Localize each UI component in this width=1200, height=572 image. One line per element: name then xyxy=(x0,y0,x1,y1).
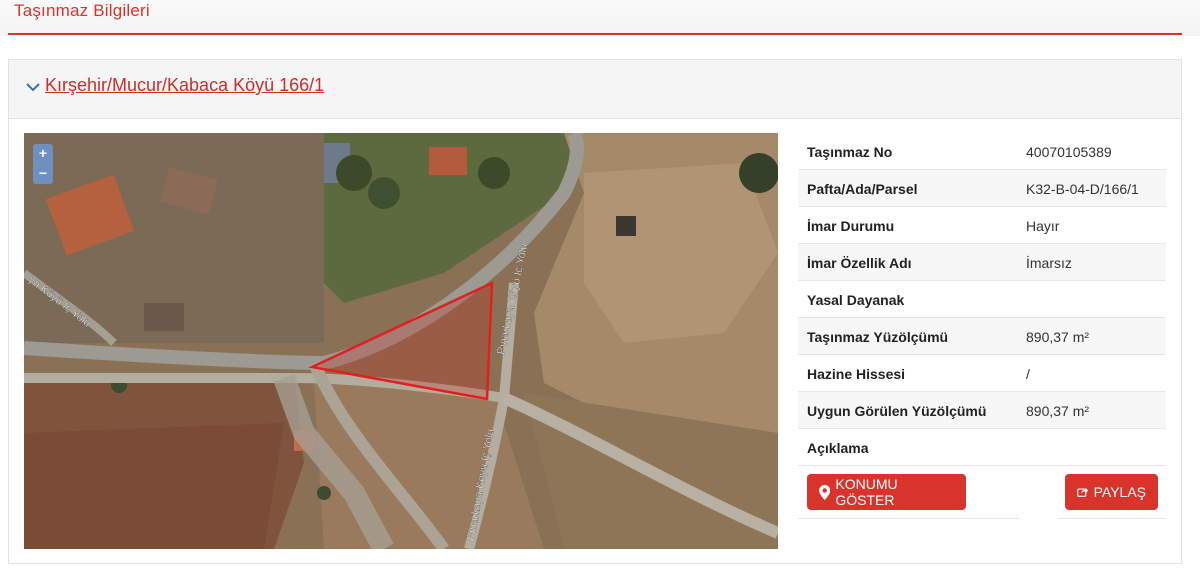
detail-label: Taşınmaz Yüzölçümü xyxy=(807,329,949,345)
detail-label: Açıklama xyxy=(807,440,869,456)
map-zoom-control: + − xyxy=(33,144,53,184)
detail-label: Yasal Dayanak xyxy=(807,292,905,308)
page-title: Taşınmaz Bilgileri xyxy=(14,1,150,20)
map-marker-icon xyxy=(819,484,831,500)
detail-label: İmar Durumu xyxy=(807,218,895,234)
detail-value: İmarsız xyxy=(1026,255,1072,271)
zoom-out-button[interactable]: − xyxy=(34,165,52,183)
detail-label: Pafta/Ada/Parsel xyxy=(807,181,918,197)
show-location-label: KONUMU GÖSTER xyxy=(835,476,898,508)
parcel-title-link[interactable]: Kırşehir/Mucur/Kabaca Köyü 166/1 xyxy=(45,75,324,96)
page-header: Taşınmaz Bilgileri xyxy=(0,0,1200,36)
detail-row-yasal-dayanak: Yasal Dayanak xyxy=(798,281,1166,318)
detail-value: / xyxy=(1026,366,1030,382)
detail-row-imar-durumu: İmar Durumu Hayır xyxy=(798,207,1166,244)
share-button[interactable]: PAYLAŞ xyxy=(1065,474,1158,510)
satellite-map[interactable]: Pınarkaya Köyü İç Yolu Pınarkaya Köyü İç… xyxy=(24,133,778,549)
detail-row-hazine-hissesi: Hazine Hissesi / xyxy=(798,355,1166,392)
detail-value: 40070105389 xyxy=(1026,144,1112,160)
detail-label: Hazine Hissesi xyxy=(807,366,906,382)
detail-row-tasinmaz-no: Taşınmaz No 40070105389 xyxy=(798,133,1166,170)
detail-value: K32-B-04-D/166/1 xyxy=(1026,181,1139,197)
divider xyxy=(798,518,1019,519)
divider xyxy=(1058,518,1166,519)
zoom-in-button[interactable]: + xyxy=(34,145,52,163)
share-icon xyxy=(1077,488,1089,497)
detail-row-imar-ozellik-adi: İmar Özellik Adı İmarsız xyxy=(798,244,1166,281)
detail-label: Uygun Görülen Yüzölçümü xyxy=(807,403,987,419)
detail-row-pafta-ada-parsel: Pafta/Ada/Parsel K32-B-04-D/166/1 xyxy=(798,170,1166,207)
detail-value: Hayır xyxy=(1026,218,1060,234)
detail-row-uygun-gorulen-yuzolcumu: Uygun Görülen Yüzölçümü 890,37 m² xyxy=(798,392,1166,429)
property-details-table: Taşınmaz No 40070105389 Pafta/Ada/Parsel… xyxy=(798,133,1166,466)
detail-value: 890,37 m² xyxy=(1026,329,1090,345)
chevron-down-icon[interactable] xyxy=(25,79,41,95)
detail-label: Taşınmaz No xyxy=(807,144,893,160)
parcel-card-header[interactable]: Kırşehir/Mucur/Kabaca Köyü 166/1 xyxy=(9,60,1181,119)
header-divider xyxy=(8,33,1182,35)
detail-label: İmar Özellik Adı xyxy=(807,255,912,271)
detail-value: 890,37 m² xyxy=(1026,403,1090,419)
detail-row-aciklama: Açıklama xyxy=(798,429,1166,466)
show-location-button[interactable]: KONUMU GÖSTER xyxy=(807,474,966,510)
detail-row-tasinmaz-yuzolcumu: Taşınmaz Yüzölçümü 890,37 m² xyxy=(798,318,1166,355)
share-label: PAYLAŞ xyxy=(1093,484,1146,500)
map-imagery: Pınarkaya Köyü İç Yolu Pınarkaya Köyü İç… xyxy=(24,133,778,549)
